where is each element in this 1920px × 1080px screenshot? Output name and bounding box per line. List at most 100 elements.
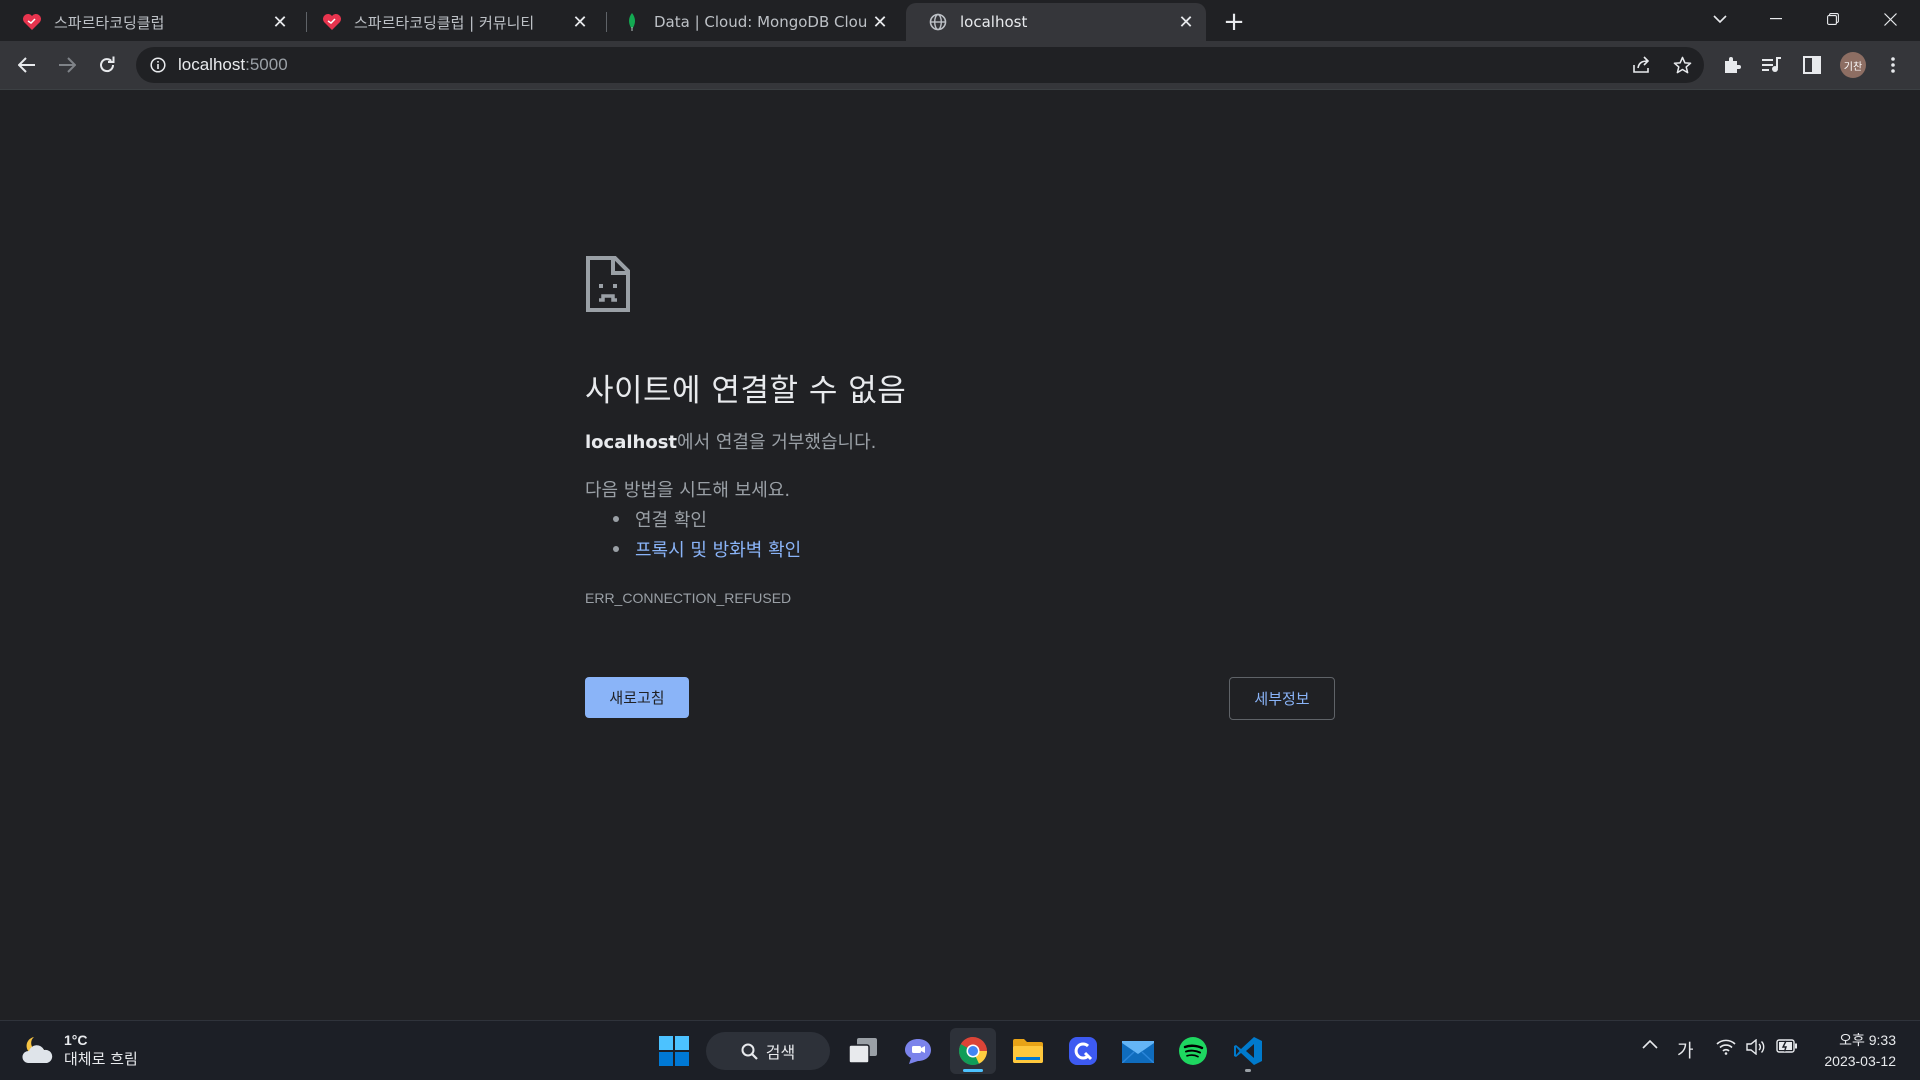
wifi-button[interactable] [1716, 1039, 1736, 1055]
forward-arrow-icon [59, 57, 76, 73]
partly-cloudy-night-icon [22, 1037, 53, 1063]
task-view-icon [848, 1038, 877, 1064]
chrome-taskbar-button[interactable] [950, 1028, 996, 1074]
minimize-icon [1770, 18, 1782, 20]
tab-search-button[interactable] [1692, 0, 1748, 38]
tab-mongodb[interactable]: Data | Cloud: MongoDB Cloud ✕ [600, 3, 900, 41]
tab-strip: 스파르타코딩클럽 ✕ 스파르타코딩클럽 | 커뮤니티 ✕ Data | Clou… [0, 0, 1920, 41]
speaker-icon [1746, 1039, 1765, 1055]
side-panel-button[interactable] [1796, 49, 1828, 81]
weather-widget[interactable]: 1°C 대체로 흐림 [20, 1031, 138, 1069]
ai-app-button[interactable] [1060, 1028, 1106, 1074]
active-indicator [963, 1069, 983, 1072]
puzzle-icon [1725, 57, 1741, 73]
tab-title: 스파르타코딩클럽 | 커뮤니티 [354, 13, 535, 32]
more-vert-icon [1891, 57, 1895, 73]
menu-button[interactable] [1877, 49, 1909, 81]
close-icon [1883, 12, 1897, 26]
chevron-down-icon [1713, 14, 1727, 23]
forward-button[interactable] [51, 49, 83, 81]
close-icon[interactable]: ✕ [1174, 10, 1198, 34]
media-control-button[interactable] [1756, 49, 1788, 81]
reload-page-button[interactable]: 새로고침 [585, 677, 689, 718]
folder-icon [1013, 1039, 1043, 1063]
tab-localhost[interactable]: localhost ✕ [906, 3, 1206, 41]
minimize-button[interactable] [1748, 0, 1804, 38]
volume-button[interactable] [1746, 1039, 1766, 1055]
share-button[interactable] [1626, 49, 1658, 81]
close-icon[interactable]: ✕ [268, 10, 292, 34]
address-bar[interactable]: localhost:5000 [136, 47, 1704, 83]
bullet [613, 546, 619, 552]
tab-spartacoding[interactable]: 스파르타코딩클럽 ✕ [0, 3, 300, 41]
details-button[interactable]: 세부정보 [1229, 677, 1335, 720]
chrome-icon [959, 1037, 987, 1065]
vscode-button[interactable] [1225, 1028, 1271, 1074]
task-view-button[interactable] [840, 1028, 886, 1074]
ime-indicator[interactable]: 가 [1677, 1037, 1694, 1063]
back-button[interactable] [11, 49, 43, 81]
reload-icon [100, 56, 115, 73]
try-text: 다음 방법을 시도해 보세요. [585, 480, 791, 501]
globe-icon [928, 12, 948, 32]
playlist-icon [1762, 57, 1781, 72]
avatar-initials: 기찬 [1843, 61, 1863, 73]
taskbar-search[interactable]: 검색 [706, 1032, 830, 1070]
spotify-button[interactable] [1170, 1028, 1216, 1074]
restore-button[interactable] [1805, 0, 1861, 38]
error-host: localhost [585, 432, 678, 453]
mongodb-leaf-icon [622, 12, 642, 32]
reload-button[interactable] [91, 49, 123, 81]
avatar: 기찬 [1840, 52, 1866, 78]
extensions-button[interactable] [1716, 49, 1748, 81]
search-label: 검색 [765, 1043, 796, 1062]
file-explorer-button[interactable] [1005, 1028, 1051, 1074]
taskbar-clock[interactable]: 오후 9:33 2023-03-12 [1824, 1030, 1896, 1072]
close-icon[interactable]: ✕ [868, 10, 892, 34]
sad-document-icon [586, 256, 630, 312]
error-code: ERR_CONNECTION_REFUSED [585, 590, 792, 606]
error-description-text: 에서 연결을 거부했습니다. [677, 432, 877, 453]
clock-date: 2023-03-12 [1824, 1053, 1896, 1069]
wifi-icon [1716, 1039, 1736, 1055]
bullet [613, 516, 619, 522]
spotify-icon [1179, 1037, 1207, 1065]
mail-icon [1122, 1041, 1154, 1063]
error-page: 사이트에 연결할 수 없음 localhost에서 연결을 거부했습니다. 다음… [0, 90, 1920, 1020]
url-host: localhost [178, 55, 246, 74]
profile-button[interactable]: 기찬 [1837, 49, 1869, 81]
windows-logo-icon [659, 1036, 689, 1066]
weather-temperature: 1°C [64, 1032, 88, 1048]
chat-icon [905, 1039, 931, 1064]
tray-overflow-button[interactable] [1642, 1039, 1658, 1049]
star-icon [1673, 56, 1691, 73]
tab-title: localhost [960, 13, 1028, 31]
bookmark-button[interactable] [1666, 49, 1698, 81]
share-icon [1633, 56, 1650, 73]
suggestion-item: 프록시 및 방화벽 확인 [613, 536, 801, 562]
back-arrow-icon [18, 57, 35, 73]
new-tab-button[interactable]: + [1220, 7, 1248, 37]
tab-title: 스파르타코딩클럽 [54, 13, 165, 32]
close-icon[interactable]: ✕ [568, 10, 592, 34]
url-text[interactable]: localhost:5000 [178, 55, 288, 75]
suggestion-proxy-firewall-link[interactable]: 프록시 및 방화벽 확인 [635, 536, 801, 562]
clock-time: 오후 9:33 [1839, 1032, 1896, 1048]
spartacoding-heart-icon [22, 12, 42, 32]
teams-chat-button[interactable] [895, 1028, 941, 1074]
weather-description: 대체로 흐림 [64, 1050, 138, 1068]
browser-toolbar: localhost:5000 기찬 [0, 41, 1920, 89]
weather-text: 1°C 대체로 흐림 [64, 1031, 138, 1069]
info-icon[interactable] [148, 55, 168, 75]
mail-button[interactable] [1115, 1028, 1161, 1074]
close-window-button[interactable] [1862, 0, 1918, 38]
search-icon [741, 1043, 758, 1060]
side-panel-icon [1803, 56, 1821, 74]
battery-button[interactable] [1776, 1039, 1798, 1053]
error-heading: 사이트에 연결할 수 없음 [585, 373, 907, 409]
battery-charging-icon [1776, 1039, 1797, 1053]
tab-spartacoding-community[interactable]: 스파르타코딩클럽 | 커뮤니티 ✕ [300, 3, 600, 41]
app-c-icon [1069, 1037, 1097, 1065]
start-button[interactable] [651, 1028, 697, 1074]
taskbar: 1°C 대체로 흐림 검색 가 오후 9:33 2023-03-12 [0, 1020, 1920, 1080]
